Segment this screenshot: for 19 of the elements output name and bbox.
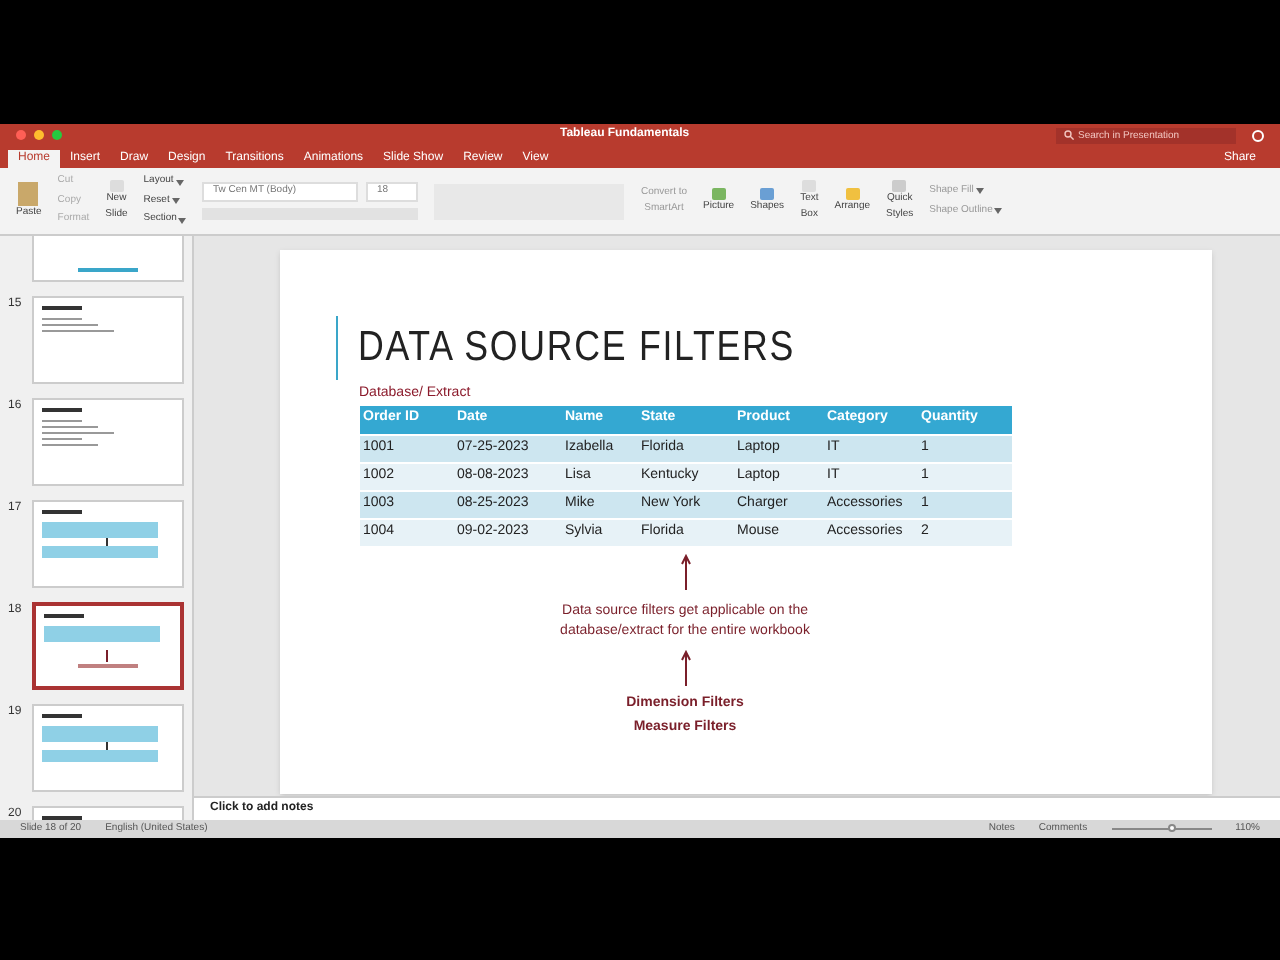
maximize-icon[interactable] xyxy=(52,130,62,140)
caret-icon xyxy=(178,217,187,223)
caret-icon xyxy=(994,208,1003,215)
arrange-icon xyxy=(845,187,860,200)
up-arrow xyxy=(679,649,691,685)
search-icon xyxy=(1064,130,1074,140)
caret-icon xyxy=(171,198,180,204)
account-icon[interactable] xyxy=(1252,129,1264,141)
slide-title: DATA SOURCE FILTERS xyxy=(357,322,794,375)
clipboard-icon xyxy=(18,181,39,206)
shapes-icon xyxy=(760,187,775,200)
up-arrow xyxy=(679,553,691,589)
caret-icon xyxy=(175,179,184,185)
styles-icon xyxy=(892,180,907,192)
picture-icon xyxy=(711,187,726,200)
slide-thumbnail[interactable] xyxy=(31,602,184,690)
minimize-icon[interactable] xyxy=(34,130,44,140)
caret-icon xyxy=(975,187,984,194)
close-icon[interactable] xyxy=(16,130,26,140)
